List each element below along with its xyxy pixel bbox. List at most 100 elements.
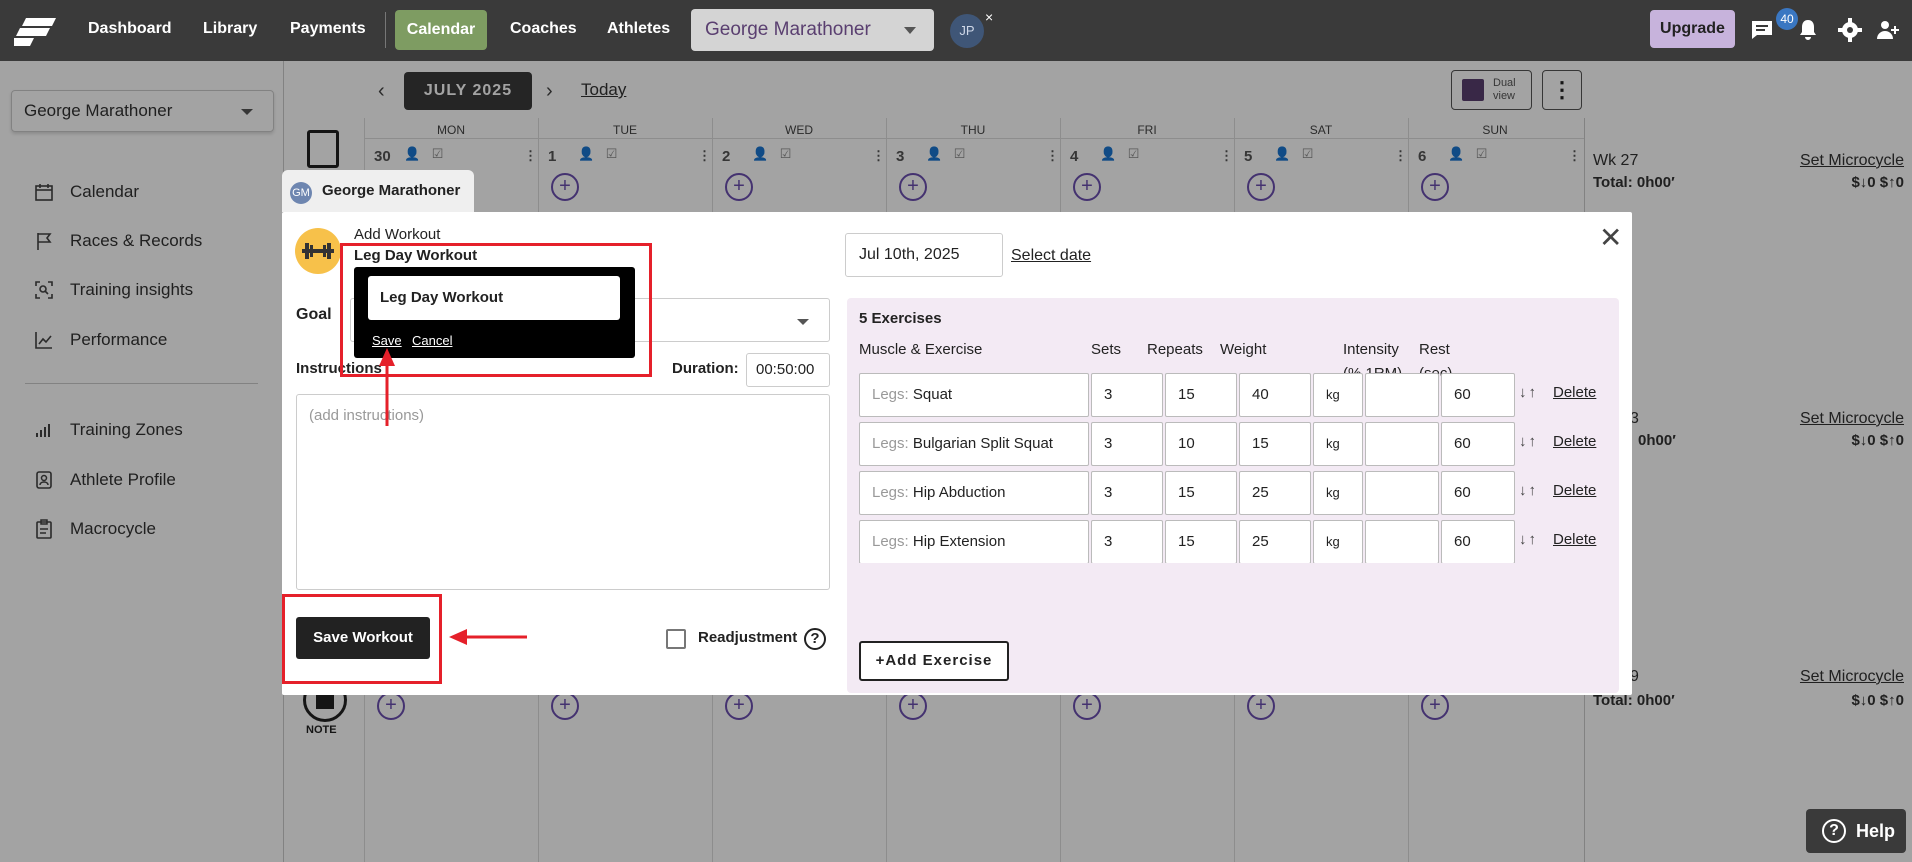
- nav-library[interactable]: Library: [203, 20, 257, 38]
- remove-avatar-icon[interactable]: ×: [985, 9, 993, 25]
- exercise-name-field[interactable]: Legs: Hip Abduction: [859, 471, 1089, 515]
- add-exercise-button[interactable]: +Add Exercise: [859, 641, 1009, 681]
- athlete-selector-value: George Marathoner: [705, 19, 871, 40]
- delete-exercise-link[interactable]: Delete: [1553, 482, 1596, 499]
- exercise-weight-field[interactable]: 25: [1239, 520, 1311, 563]
- exercise-intensity-field[interactable]: [1365, 373, 1439, 417]
- exercise-unit-field[interactable]: kg: [1313, 520, 1363, 563]
- exercise-weight-field[interactable]: 40: [1239, 373, 1311, 417]
- reorder-arrows-icon[interactable]: ↓↑: [1519, 433, 1538, 450]
- instructions-label: Instructions: [296, 360, 382, 377]
- exercise-reps-field[interactable]: 10: [1165, 422, 1237, 466]
- duration-input[interactable]: 00:50:00: [746, 353, 830, 387]
- readjustment-checkbox[interactable]: [666, 629, 686, 649]
- header-repeats: Repeats: [1147, 341, 1203, 358]
- rename-popup: Leg Day Workout Save Cancel: [354, 267, 635, 358]
- nav-calendar[interactable]: Calendar: [395, 10, 487, 50]
- nav-dashboard[interactable]: Dashboard: [88, 20, 172, 38]
- delete-exercise-link[interactable]: Delete: [1553, 433, 1596, 450]
- nav-payments[interactable]: Payments: [290, 20, 366, 38]
- exercise-name-field[interactable]: Legs: Bulgarian Split Squat: [859, 422, 1089, 466]
- chevron-down-icon: [904, 27, 916, 34]
- rename-save-link[interactable]: Save: [372, 333, 402, 348]
- bell-icon[interactable]: [1796, 18, 1820, 42]
- app-logo-icon[interactable]: [14, 14, 56, 46]
- dumbbell-icon: [295, 228, 341, 274]
- exercise-rest-field[interactable]: 60: [1441, 471, 1515, 515]
- delete-exercise-link[interactable]: Delete: [1553, 531, 1596, 548]
- exercise-row: Legs: Hip Abduction 3 15 25 kg 60 ↓↑ Delete: [859, 471, 1619, 517]
- muscle-group-label: Legs:: [872, 386, 913, 403]
- exercise-unit-field[interactable]: kg: [1313, 422, 1363, 466]
- gear-icon[interactable]: [1838, 18, 1862, 42]
- exercise-row: Legs: Bulgarian Split Squat 3 10 15 kg 60 ↓↑ De…: [859, 422, 1619, 468]
- nav-athletes[interactable]: Athletes: [607, 20, 670, 38]
- reorder-arrows-icon[interactable]: ↓↑: [1519, 531, 1538, 548]
- help-question-icon[interactable]: ?: [804, 628, 826, 650]
- exercise-rest-field[interactable]: 60: [1441, 520, 1515, 563]
- modal-athlete-name: George Marathoner: [322, 182, 461, 199]
- exercise-rest-field[interactable]: 60: [1441, 422, 1515, 466]
- exercise-sets-field[interactable]: 3: [1091, 422, 1163, 466]
- header-muscle-exercise: Muscle & Exercise: [859, 341, 983, 358]
- upgrade-button[interactable]: Upgrade: [1650, 10, 1735, 48]
- save-workout-button[interactable]: Save Workout: [296, 617, 430, 659]
- exercise-sets-field[interactable]: 3: [1091, 373, 1163, 417]
- exercise-row: Legs: Squat 3 15 40 kg 60 ↓↑ Delete: [859, 373, 1619, 419]
- modal-athlete-tag: GM George Marathoner: [282, 170, 474, 212]
- exercise-sets-field[interactable]: 3: [1091, 520, 1163, 563]
- add-person-icon[interactable]: [1876, 18, 1900, 42]
- goal-label: Goal: [296, 306, 332, 323]
- exercise-reps-field[interactable]: 15: [1165, 520, 1237, 563]
- exercise-weight-field[interactable]: 15: [1239, 422, 1311, 466]
- exercise-name: Hip Extension: [912, 533, 1006, 550]
- header-weight: Weight: [1220, 341, 1267, 358]
- exercise-reps-field[interactable]: 15: [1165, 471, 1237, 515]
- delete-exercise-link[interactable]: Delete: [1553, 384, 1596, 401]
- chat-icon[interactable]: [1750, 18, 1774, 42]
- exercise-intensity-field[interactable]: [1365, 471, 1439, 515]
- exercise-unit-field[interactable]: kg: [1313, 471, 1363, 515]
- select-date-link[interactable]: Select date: [1011, 247, 1091, 265]
- exercise-rows: Legs: Squat 3 15 40 kg 60 ↓↑ Delete Legs: Bulgar…: [847, 373, 1619, 563]
- muscle-group-label: Legs:: [872, 533, 913, 550]
- exercise-intensity-field[interactable]: [1365, 520, 1439, 563]
- rename-cancel-link[interactable]: Cancel: [412, 333, 452, 348]
- nav-coaches[interactable]: Coaches: [510, 20, 577, 38]
- exercise-name: Bulgarian Split Squat: [912, 435, 1053, 452]
- chevron-down-icon: [797, 319, 809, 325]
- close-icon[interactable]: ✕: [1599, 224, 1622, 252]
- duration-label: Duration:: [672, 360, 739, 377]
- top-nav: Dashboard Library Payments Calendar Coac…: [0, 0, 1912, 61]
- exercise-sets-field[interactable]: 3: [1091, 471, 1163, 515]
- avatar[interactable]: JP: [950, 14, 984, 48]
- avatar: GM: [290, 182, 312, 204]
- workout-name[interactable]: Leg Day Workout: [354, 247, 477, 264]
- help-button[interactable]: Help: [1806, 809, 1906, 853]
- header-sets: Sets: [1091, 341, 1122, 358]
- exercise-unit-field[interactable]: kg: [1313, 373, 1363, 417]
- nav-separator: [385, 12, 386, 48]
- exercise-name: Hip Abduction: [912, 484, 1006, 501]
- exercise-row: Legs: Hip Extension 3 15 25 kg 60 ↓↑ Delete: [859, 520, 1619, 563]
- date-input[interactable]: Jul 10th, 2025: [845, 233, 1003, 277]
- exercise-intensity-field[interactable]: [1365, 422, 1439, 466]
- exercise-name-field[interactable]: Legs: Hip Extension: [859, 520, 1089, 563]
- athlete-selector[interactable]: George Marathoner: [691, 9, 934, 51]
- exercise-name: Squat: [912, 386, 953, 403]
- notification-count-badge: 40: [1776, 8, 1798, 30]
- rename-input[interactable]: Leg Day Workout: [368, 276, 620, 320]
- muscle-group-label: Legs:: [872, 484, 913, 501]
- exercise-reps-field[interactable]: 15: [1165, 373, 1237, 417]
- exercise-weight-field[interactable]: 25: [1239, 471, 1311, 515]
- add-workout-label: Add Workout: [354, 226, 441, 243]
- readjustment-label: Readjustment: [698, 629, 798, 646]
- exercise-rest-field[interactable]: 60: [1441, 373, 1515, 417]
- exercise-count: 5 Exercises: [859, 310, 942, 327]
- instructions-textarea[interactable]: (add instructions): [296, 394, 830, 590]
- muscle-group-label: Legs:: [872, 435, 913, 452]
- exercise-name-field[interactable]: Legs: Squat: [859, 373, 1089, 417]
- exercises-panel: 5 Exercises Muscle & Exercise Sets Repea…: [847, 298, 1619, 693]
- reorder-arrows-icon[interactable]: ↓↑: [1519, 384, 1538, 401]
- reorder-arrows-icon[interactable]: ↓↑: [1519, 482, 1538, 499]
